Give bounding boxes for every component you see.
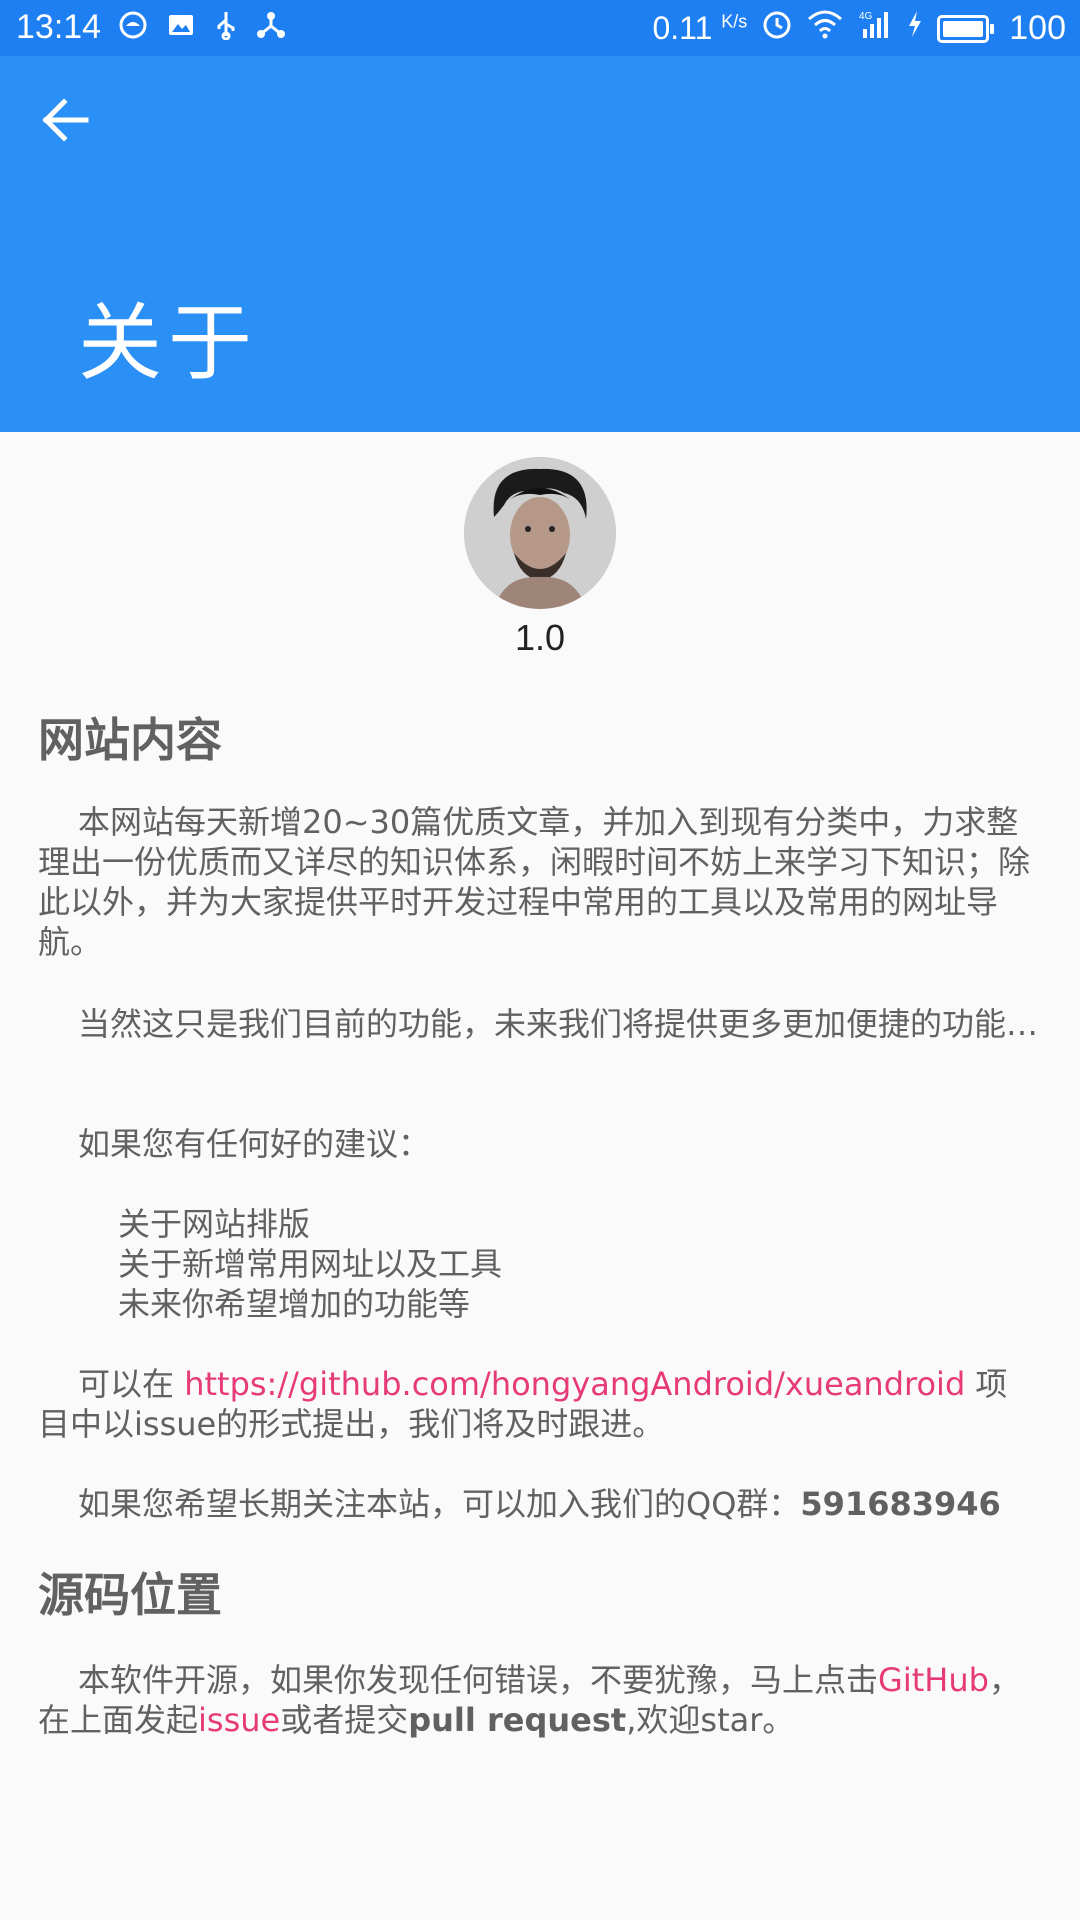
battery-fill (943, 20, 984, 37)
wifi-icon (807, 9, 843, 48)
share-icon (256, 10, 286, 47)
section-title-content: 网站内容 (38, 713, 222, 767)
alarm-icon (761, 8, 793, 49)
list-item: 关于网站排版 (118, 1205, 311, 1243)
status-time: 13:14 (16, 8, 102, 46)
app-notification-icon (118, 10, 148, 47)
pull-request-text: pull request (408, 1701, 627, 1739)
usb-icon (214, 10, 238, 47)
page-title: 关于 (78, 294, 259, 392)
issue-link[interactable]: issue (198, 1701, 280, 1739)
status-right: 0.11 K/s 4G 100 (652, 8, 1066, 49)
feature-paragraph: 当然这只是我们目前的功能，未来我们将提供更多更加便捷的功能… (78, 1005, 1039, 1043)
intro-paragraph: 本网站每天新增20~30篇优质文章，并加入到现有分类中，力求整理出一份优质而又详… (38, 803, 1031, 961)
qq-paragraph: 如果您希望长期关注本站，可以加入我们的QQ群：591683946 (78, 1485, 1001, 1523)
suggestion-paragraph: 如果您有任何好的建议： (78, 1125, 431, 1163)
avatar (464, 457, 616, 609)
issue-paragraph: 可以在 https://github.com/hongyangAndroid/x… (38, 1365, 1008, 1443)
status-bar: 13:14 0.11 K/s 4G 100 (0, 0, 1080, 56)
notification-icons (118, 10, 286, 47)
suggestion-list: 关于网站排版 关于新增常用网址以及工具 未来你希望增加的功能等 (118, 1204, 502, 1324)
source-paragraph: 本软件开源，如果你发现任何错误，不要犹豫，马上点击GitHub，在上面发起iss… (38, 1661, 1021, 1739)
section-title-source: 源码位置 (38, 1568, 222, 1622)
back-button[interactable] (34, 88, 98, 152)
qq-number: 591683946 (800, 1485, 1001, 1523)
network-type-label: 4G (859, 11, 873, 22)
image-notification-icon (166, 10, 196, 47)
github-link[interactable]: GitHub (878, 1661, 989, 1699)
list-item: 关于新增常用网址以及工具 (118, 1245, 503, 1283)
app-bar: 关于 (0, 56, 1080, 432)
charging-icon (907, 9, 923, 48)
battery-icon (937, 14, 995, 43)
app-version: 1.0 (514, 617, 566, 658)
signal-icon: 4G (857, 9, 893, 48)
battery-percent: 100 (1009, 9, 1066, 47)
list-item: 未来你希望增加的功能等 (118, 1285, 471, 1323)
github-project-link[interactable]: https://github.com/hongyangAndroid/xuean… (184, 1365, 965, 1403)
network-speed: 0.11 K/s (652, 10, 748, 46)
avatar-portrait (464, 457, 616, 609)
arrow-left-icon (42, 98, 89, 142)
